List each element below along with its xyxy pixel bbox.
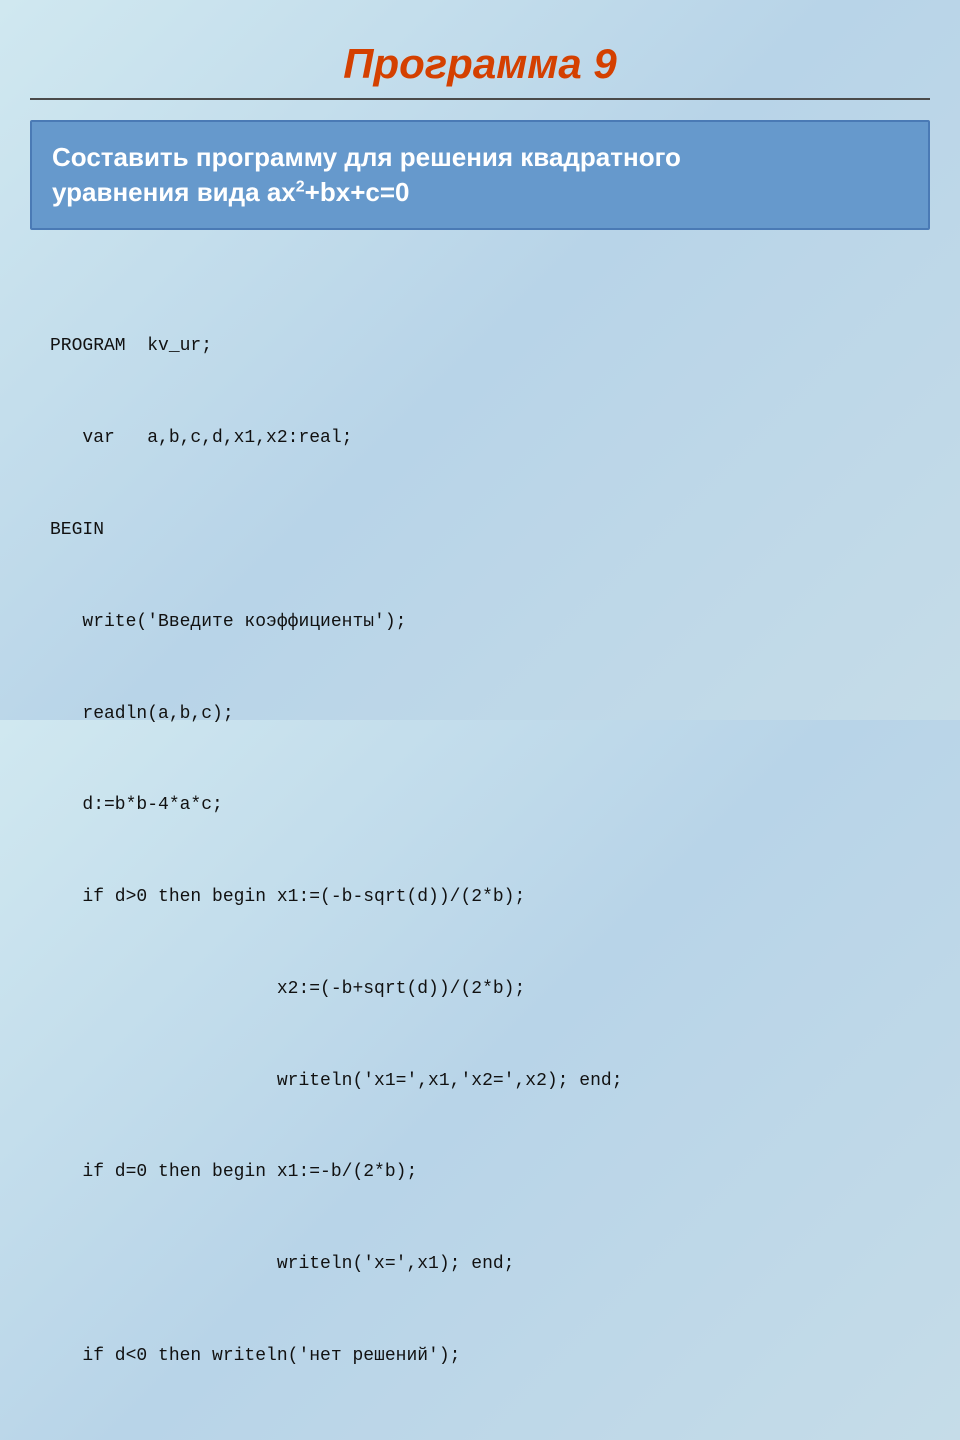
page-container: Программа 9 Составить программу для реше… [30,20,930,1440]
title-section: Программа 9 [30,20,930,100]
code-line-6: d:=b*b-4*a*c; [50,790,910,821]
code-line-2: var a,b,c,d,x1,x2:real; [50,423,910,454]
code-line-10: if d=0 then begin x1:=-b/(2*b); [50,1157,910,1188]
page-title: Программа 9 [30,40,930,88]
task-line1: Составить программу для решения квадратн… [52,142,681,172]
task-text: Составить программу для решения квадратн… [52,140,908,210]
code-line-11: writeln('x=',x1); end; [50,1249,910,1280]
task-box: Составить программу для решения квадратн… [30,120,930,230]
code-line-1: PROGRAM kv_ur; [50,331,910,362]
code-line-12: if d<0 then writeln('нет решений'); [50,1341,910,1372]
code-block: PROGRAM kv_ur; var a,b,c,d,x1,x2:real; B… [50,270,910,1440]
task-superscript: 2 [296,178,305,195]
code-line-5: readln(a,b,c); [50,699,910,730]
task-line2-part1: уравнения вида ax [52,177,296,207]
task-line2-part2: +bx+c=0 [305,177,410,207]
code-line-13: END. [50,1433,910,1440]
code-line-3: BEGIN [50,515,910,546]
code-section: PROGRAM kv_ur; var a,b,c,d,x1,x2:real; B… [30,260,930,1440]
code-line-4: write('Введите коэффициенты'); [50,607,910,638]
code-line-7: if d>0 then begin x1:=(-b-sqrt(d))/(2*b)… [50,882,910,913]
code-line-9: writeln('x1=',x1,'x2=',x2); end; [50,1066,910,1097]
code-line-8: x2:=(-b+sqrt(d))/(2*b); [50,974,910,1005]
